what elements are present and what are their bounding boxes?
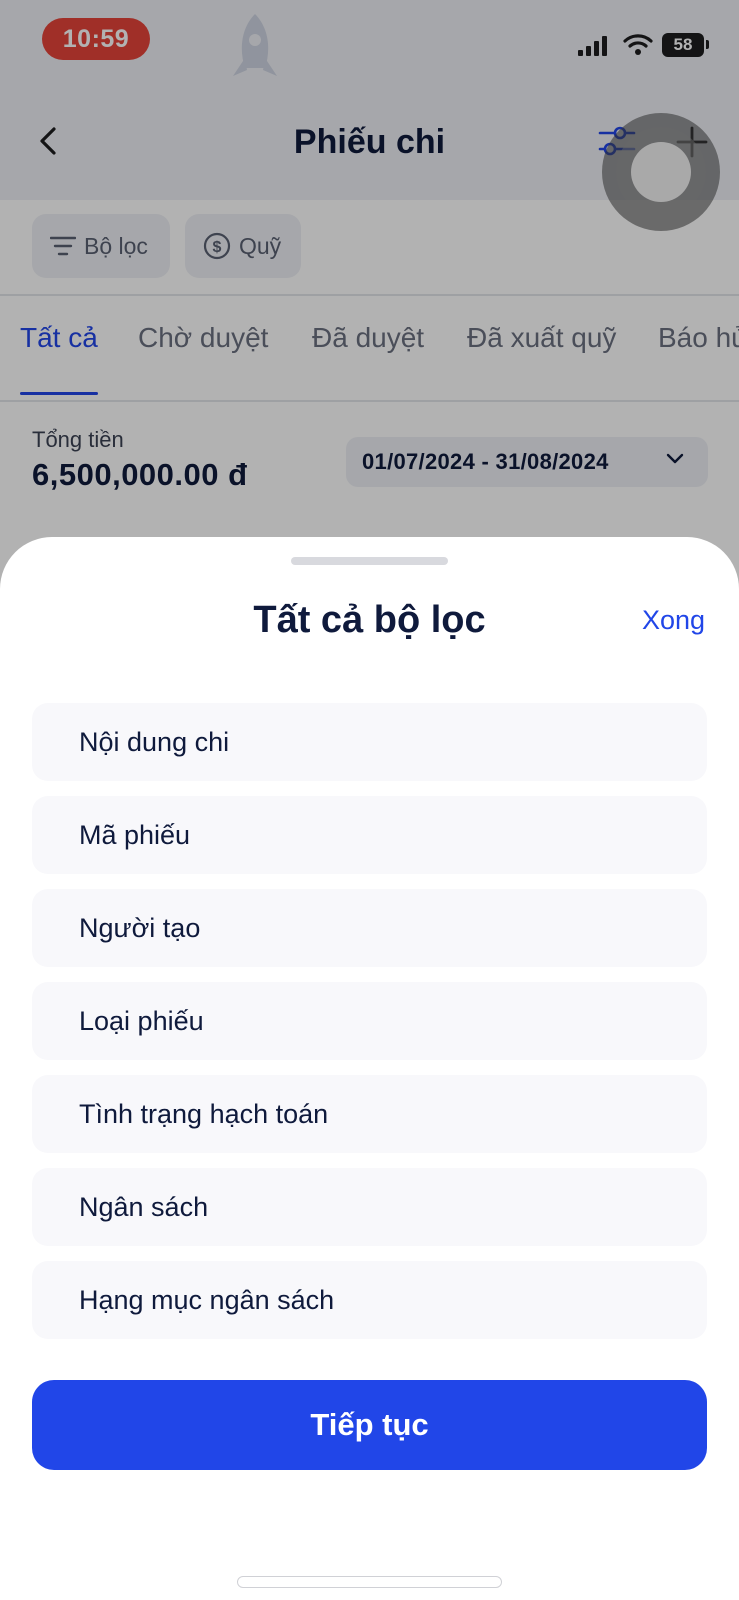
filter-bottom-sheet: Tất cả bộ lọc Xong Nội dung chi Mã phiếu…: [0, 537, 739, 1600]
filter-item-voucher-code[interactable]: Mã phiếu: [32, 796, 707, 874]
filter-item-content[interactable]: Nội dung chi: [32, 703, 707, 781]
done-button[interactable]: Xong: [642, 605, 705, 636]
sheet-grabber[interactable]: [291, 557, 448, 565]
sheet-title: Tất cả bộ lọc: [253, 599, 486, 641]
screen: 10:59 58 Phiếu chi Bộ lọc $ Quỹ Tất cả C…: [0, 0, 739, 1600]
filter-item-budget[interactable]: Ngân sách: [32, 1168, 707, 1246]
filter-item-voucher-type[interactable]: Loại phiếu: [32, 982, 707, 1060]
filter-item-accounting-status[interactable]: Tình trạng hạch toán: [32, 1075, 707, 1153]
continue-button[interactable]: Tiếp tục: [32, 1380, 707, 1470]
filter-item-creator[interactable]: Người tạo: [32, 889, 707, 967]
filter-item-budget-category[interactable]: Hạng mục ngân sách: [32, 1261, 707, 1339]
home-indicator: [237, 1576, 502, 1588]
